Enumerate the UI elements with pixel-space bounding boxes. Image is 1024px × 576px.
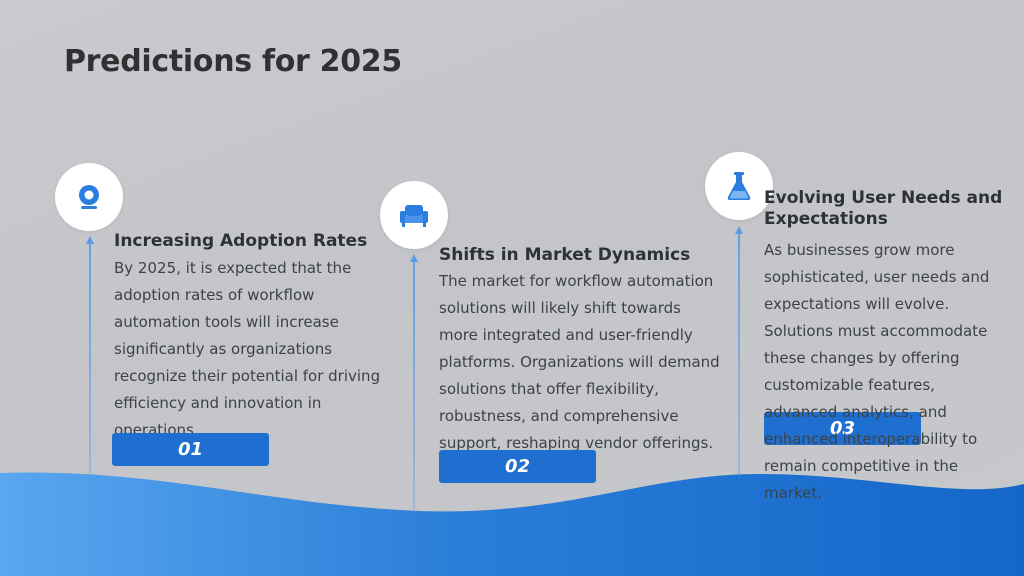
icon-circle-3 bbox=[705, 152, 773, 220]
item-2-heading: Shifts in Market Dynamics bbox=[439, 245, 691, 265]
target-icon bbox=[79, 185, 99, 209]
timeline-line-3 bbox=[735, 226, 743, 476]
item-3-heading: Evolving User Needs and Expectations bbox=[764, 188, 1003, 229]
item-2-number-badge: 02 bbox=[439, 450, 596, 483]
item-1-heading: Increasing Adoption Rates bbox=[114, 231, 368, 251]
icon-circle-1 bbox=[55, 163, 123, 231]
item-1-number-badge: 01 bbox=[112, 433, 269, 466]
item-1-body: By 2025, it is expected that the adoptio… bbox=[114, 259, 381, 439]
timeline-line-2 bbox=[410, 254, 418, 512]
page-title: Predictions for 2025 bbox=[64, 44, 402, 79]
icon-circle-2 bbox=[380, 181, 448, 249]
item-2-body: The market for workflow automation solut… bbox=[439, 272, 720, 452]
flask-icon bbox=[727, 172, 751, 200]
sofa-icon bbox=[400, 205, 428, 227]
timeline-line-1 bbox=[86, 236, 94, 488]
item-3-body: As businesses grow more sophisticated, u… bbox=[764, 241, 990, 502]
